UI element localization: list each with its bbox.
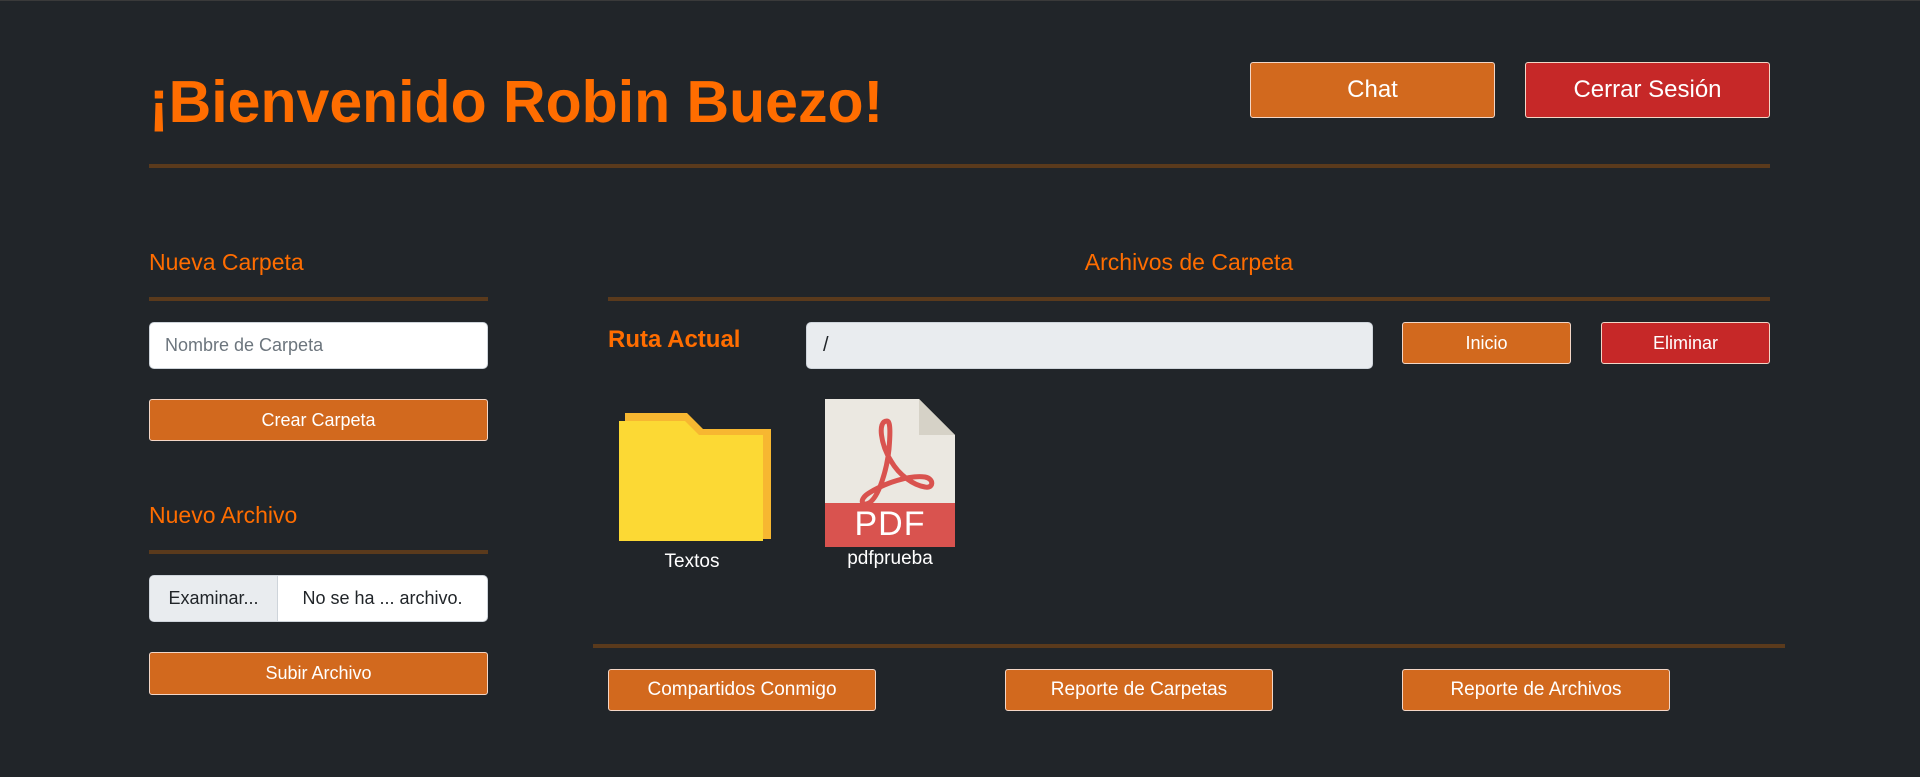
pdf-badge: PDF (854, 505, 926, 543)
browse-button[interactable]: Examinar... (150, 576, 278, 621)
new-file-title: Nuevo Archivo (149, 502, 298, 528)
file-picker[interactable]: Examinar... No se ha ... archivo. (149, 575, 488, 622)
delete-button[interactable]: Eliminar (1601, 322, 1770, 364)
folder-files-title: Archivos de Carpeta (1084, 249, 1294, 275)
folder-name: Textos (664, 551, 720, 572)
top-border (0, 0, 1920, 1)
pdf-file-item[interactable]: PDF pdfprueba (810, 399, 970, 579)
new-folder-title: Nueva Carpeta (149, 249, 304, 275)
new-folder-divider (149, 297, 488, 301)
footer-divider (593, 644, 1785, 648)
new-file-divider (149, 550, 488, 554)
welcome-title: ¡Bienvenido Robin Buezo! (149, 69, 884, 135)
folder-item[interactable]: Textos (612, 403, 772, 583)
files-report-button[interactable]: Reporte de Archivos (1402, 669, 1670, 711)
folder-files-divider (608, 297, 1770, 301)
header-divider (149, 164, 1770, 168)
upload-file-button[interactable]: Subir Archivo (149, 652, 488, 695)
folder-name-input[interactable]: Nombre de Carpeta (149, 322, 488, 369)
current-path-label: Ruta Actual (608, 326, 741, 353)
home-button[interactable]: Inicio (1402, 322, 1571, 364)
folders-report-button[interactable]: Reporte de Carpetas (1005, 669, 1273, 711)
shared-with-me-button[interactable]: Compartidos Conmigo (608, 669, 876, 711)
current-path-field: / (806, 322, 1373, 369)
chat-button[interactable]: Chat (1250, 62, 1495, 118)
create-folder-button[interactable]: Crear Carpeta (149, 399, 488, 441)
pdf-file-name: pdfprueba (847, 548, 933, 569)
file-status-text: No se ha ... archivo. (302, 588, 463, 608)
logout-button[interactable]: Cerrar Sesión (1525, 62, 1770, 118)
folder-icon (619, 413, 771, 541)
